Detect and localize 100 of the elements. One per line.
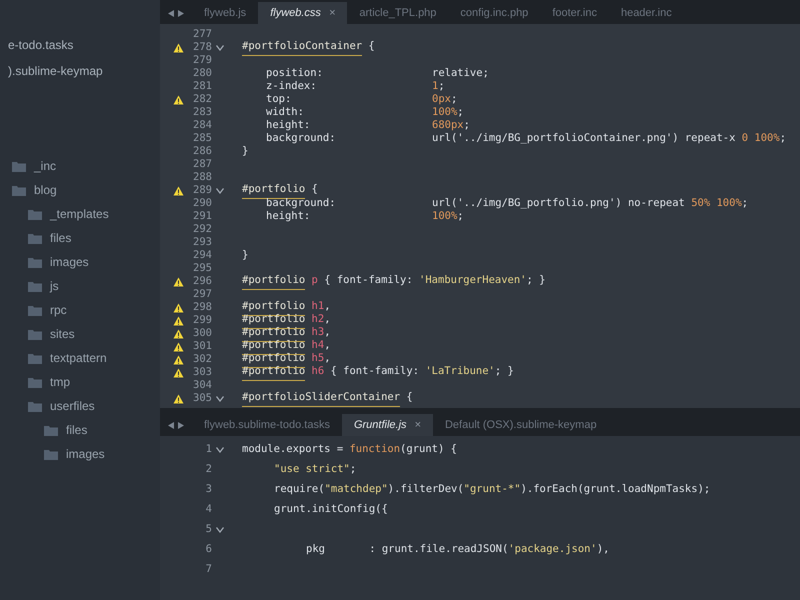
fold-chevron-icon[interactable]	[216, 188, 224, 194]
line-number: 278	[192, 40, 212, 55]
open-file-item[interactable]: ).sublime-keymap	[0, 58, 160, 84]
folder-name[interactable]: blog	[34, 181, 57, 199]
warning-icon	[173, 394, 184, 404]
folder-name[interactable]: sites	[50, 325, 75, 343]
line-number: 302	[192, 352, 212, 367]
file-tab[interactable]: flyweb.sublime-todo.tasks	[192, 414, 342, 436]
code-token: "grunt-*"	[464, 482, 521, 498]
folder-icon	[28, 256, 42, 268]
close-icon[interactable]: ×	[414, 416, 421, 434]
code-token: module.exports =	[242, 442, 344, 458]
code-token: ).forEach(grunt.loadNpmTasks);	[520, 482, 710, 498]
folder-name[interactable]: images	[66, 445, 105, 463]
line-number: 1	[204, 442, 212, 458]
folder-icon	[12, 184, 26, 196]
code-token: {	[310, 182, 318, 198]
line-number: 300	[192, 326, 212, 341]
code-token: #portfolio	[242, 182, 306, 199]
code-token: h2	[310, 312, 324, 327]
line-number: 293	[192, 234, 212, 250]
back-arrow-icon[interactable]	[168, 10, 174, 16]
code-token: "matchdep"	[324, 482, 388, 498]
forward-arrow-icon[interactable]	[178, 10, 184, 16]
file-tab[interactable]: Gruntfile.js ×	[342, 414, 433, 436]
folder-name[interactable]: js	[50, 277, 59, 295]
file-tab[interactable]: config.inc.php	[448, 2, 540, 24]
back-arrow-icon[interactable]	[168, 422, 174, 428]
folder-icon	[28, 352, 42, 364]
folder-icon	[44, 448, 58, 460]
code-token: 100%	[432, 208, 458, 224]
code-token: {	[405, 390, 413, 406]
folder-icon	[28, 328, 42, 340]
code-token: #portfolioSliderContainer	[242, 390, 400, 407]
warning-icon	[173, 342, 184, 352]
folder-icon	[28, 376, 42, 388]
code-token: ;	[742, 196, 748, 211]
code-token: }	[242, 248, 248, 263]
line-number: 288	[192, 170, 212, 185]
open-file-item[interactable]: e-todo.tasks	[0, 32, 160, 58]
code-token: ,	[324, 325, 331, 340]
code-token: }	[242, 144, 248, 159]
warning-icon	[173, 328, 184, 338]
file-tab[interactable]: flyweb.js	[192, 2, 258, 24]
code-token: { font-family:	[330, 364, 420, 380]
forward-arrow-icon[interactable]	[178, 422, 184, 428]
fold-chevron-icon[interactable]	[216, 396, 224, 402]
line-number: 2	[204, 462, 212, 478]
line-number: 291	[192, 208, 212, 224]
code-token: ;	[350, 462, 356, 478]
folder-name[interactable]: _inc	[34, 157, 56, 175]
line-number: 305	[192, 390, 212, 406]
code-token: ,	[324, 338, 331, 354]
close-icon[interactable]: ×	[328, 4, 336, 22]
code-token: (grunt) {	[400, 442, 457, 458]
line-number: 292	[192, 222, 212, 237]
folder-name[interactable]: userfiles	[50, 397, 95, 415]
line-number: 277	[192, 26, 212, 42]
file-tab[interactable]: flyweb.css ×	[258, 2, 348, 24]
folder-icon	[28, 208, 42, 220]
folder-icon	[28, 400, 42, 412]
folder-name[interactable]: textpattern	[50, 349, 107, 367]
tab-label: flyweb.css	[270, 6, 321, 21]
code-token: ,	[324, 299, 331, 314]
folder-name[interactable]: rpc	[50, 301, 67, 319]
fold-chevron-icon[interactable]	[216, 44, 224, 50]
warning-icon	[173, 316, 184, 326]
warning-icon	[173, 368, 184, 378]
line-number: 284	[192, 118, 212, 133]
folder-name[interactable]: _templates	[50, 205, 109, 223]
code-token: ,	[324, 351, 331, 366]
code-token: ,	[324, 312, 331, 328]
line-number: 281	[192, 78, 212, 94]
file-tab[interactable]: header.inc	[608, 2, 684, 24]
line-number: 282	[192, 92, 212, 107]
code-token: pkg : grunt.file.readJSON(	[306, 542, 508, 558]
folder-name[interactable]: files	[66, 421, 88, 439]
code-token: url('../img/BG_portfolio.png') no-repeat	[432, 196, 686, 211]
tab-label: header.inc	[620, 6, 672, 21]
code-token: top:	[265, 92, 292, 107]
code-token: background:	[265, 130, 337, 146]
warning-icon	[173, 354, 184, 364]
tab-label: flyweb.js	[204, 6, 246, 21]
file-tab[interactable]: Default (OSX).sublime-keymap	[432, 414, 609, 436]
fold-chevron-icon[interactable]	[216, 527, 224, 533]
fold-chevron-icon[interactable]	[216, 447, 224, 453]
code-token: p	[310, 273, 318, 288]
line-number: 4	[204, 502, 212, 518]
folder-name[interactable]: tmp	[50, 373, 70, 391]
code-token: ; }	[494, 364, 514, 380]
line-number: 297	[192, 286, 212, 302]
code-token: height:	[265, 118, 312, 133]
code-token: url('../img/BG_portfolioContainer.png') repeat-x	[432, 130, 736, 146]
file-tab[interactable]: footer.inc	[540, 2, 609, 24]
code-token: {	[367, 39, 375, 54]
code-token: h1	[310, 299, 324, 314]
line-number: 283	[192, 104, 212, 120]
folder-name[interactable]: files	[50, 229, 72, 247]
folder-name[interactable]: images	[50, 253, 89, 271]
file-tab[interactable]: article_TPL.php	[347, 2, 448, 24]
